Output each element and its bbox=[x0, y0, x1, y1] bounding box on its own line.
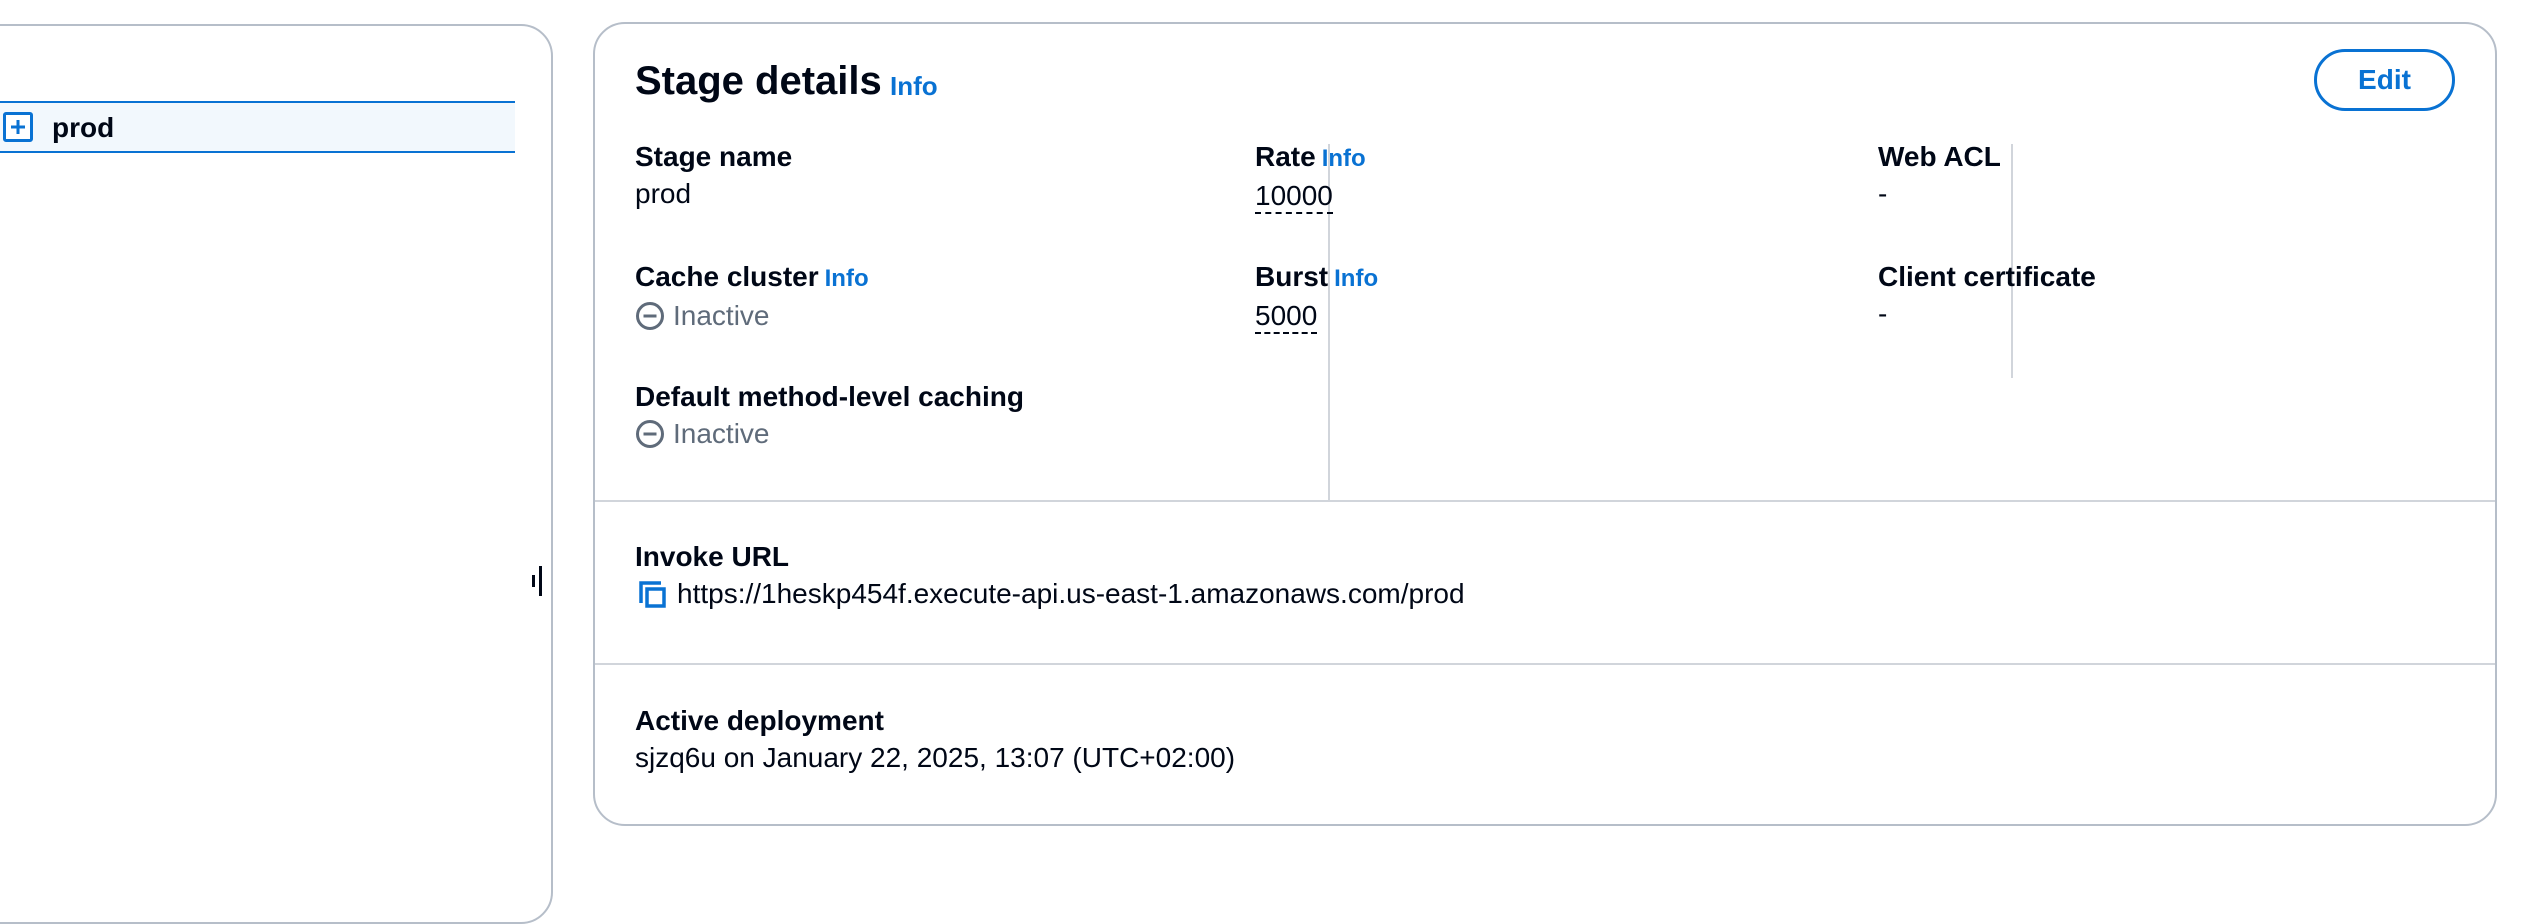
invoke-url-label: Invoke URL bbox=[635, 541, 790, 572]
web-acl-value: - bbox=[1878, 178, 1888, 209]
burst-info-link[interactable]: Info bbox=[1334, 265, 1378, 292]
invoke-url-value: https://1heskp454f.execute-api.us-east-1… bbox=[677, 578, 1465, 609]
burst-field: Burst Info 5000 bbox=[1255, 260, 1378, 336]
stages-tree-panel: prod bbox=[0, 24, 553, 924]
burst-label: Burst bbox=[1255, 261, 1329, 292]
burst-value[interactable]: 5000 bbox=[1255, 300, 1318, 334]
invoke-url-field: Invoke URL https://1heskp454f.execute-ap… bbox=[635, 540, 1465, 614]
section-divider bbox=[595, 663, 2495, 665]
status-inactive-icon bbox=[636, 302, 664, 330]
page-title: Stage details bbox=[635, 59, 882, 103]
expand-plus-icon[interactable] bbox=[3, 112, 33, 142]
client-certificate-value: - bbox=[1878, 298, 1888, 329]
status-inactive-icon bbox=[636, 420, 664, 448]
panel-resize-handle[interactable] bbox=[532, 566, 546, 596]
default-method-caching-status: Inactive bbox=[673, 418, 770, 449]
stage-name-label: Stage name bbox=[635, 141, 793, 172]
web-acl-label: Web ACL bbox=[1878, 141, 2001, 172]
client-certificate-label: Client certificate bbox=[1878, 261, 2096, 292]
cache-cluster-label: Cache cluster bbox=[635, 261, 819, 292]
stage-details-container: Stage details Info Edit Stage name prod … bbox=[593, 22, 2497, 826]
tree-item-label: prod bbox=[52, 112, 115, 143]
rate-info-link[interactable]: Info bbox=[1322, 145, 1366, 172]
edit-button[interactable]: Edit bbox=[2314, 49, 2455, 111]
active-deployment-field: Active deployment sjzq6u on January 22, … bbox=[635, 704, 1235, 778]
tree-item-prod[interactable]: prod bbox=[0, 101, 515, 153]
copy-icon[interactable] bbox=[635, 577, 669, 611]
section-divider bbox=[595, 500, 2495, 502]
stage-details-info-link[interactable]: Info bbox=[890, 71, 938, 101]
rate-field: Rate Info 10000 bbox=[1255, 140, 1366, 216]
cache-cluster-info-link[interactable]: Info bbox=[825, 265, 869, 292]
stage-name-field: Stage name prod bbox=[635, 140, 792, 214]
client-certificate-field: Client certificate - bbox=[1878, 260, 2096, 334]
cache-cluster-field: Cache cluster Info Inactive bbox=[635, 260, 869, 336]
default-method-caching-field: Default method-level caching Inactive bbox=[635, 380, 1024, 454]
rate-label: Rate bbox=[1255, 141, 1316, 172]
active-deployment-label: Active deployment bbox=[635, 705, 884, 736]
stage-name-value: prod bbox=[635, 178, 692, 209]
web-acl-field: Web ACL - bbox=[1878, 140, 2001, 214]
default-method-caching-label: Default method-level caching bbox=[635, 381, 1024, 412]
cache-cluster-status: Inactive bbox=[673, 300, 770, 331]
rate-value[interactable]: 10000 bbox=[1255, 180, 1333, 214]
active-deployment-value: sjzq6u on January 22, 2025, 13:07 (UTC+0… bbox=[635, 742, 1236, 773]
